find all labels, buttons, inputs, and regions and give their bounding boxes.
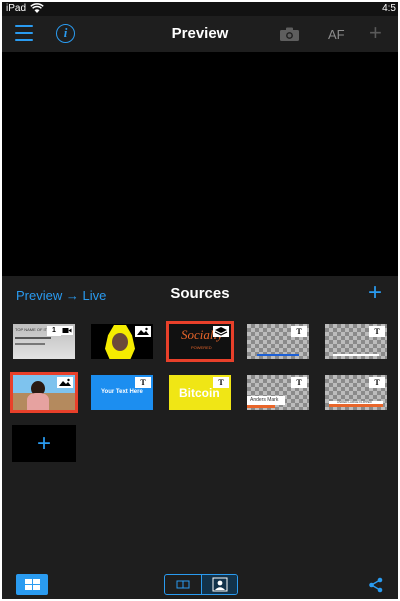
carrier-label: iPad	[6, 3, 27, 14]
tile-text: Bitcoin	[179, 386, 220, 400]
portrait-view-icon[interactable]	[201, 575, 237, 594]
autofocus-button[interactable]: AF	[328, 27, 345, 42]
source-tile-image[interactable]	[10, 372, 78, 413]
source-tile-text-overlay[interactable]: T	[247, 324, 309, 359]
text-icon: T	[369, 377, 385, 388]
tile-number: 1	[47, 326, 61, 336]
add-source-button[interactable]: +	[12, 425, 76, 462]
source-tile-socially[interactable]: Socially POWERED	[166, 321, 234, 362]
text-icon: T	[291, 377, 307, 388]
image-icon	[135, 326, 151, 337]
tile-text: Your Text Here	[101, 389, 143, 395]
layers-icon	[213, 326, 229, 337]
app-window: iPad 4:5 i Preview AF + Preview → Live S…	[2, 2, 398, 599]
add-source-icon[interactable]: +	[368, 281, 382, 305]
single-view-icon[interactable]	[165, 575, 201, 594]
view-mode-segmented	[164, 574, 238, 595]
image-icon	[57, 377, 73, 388]
text-icon: T	[369, 326, 385, 337]
tile-text: POWERED	[191, 345, 212, 350]
status-time: 4:5	[382, 3, 396, 14]
source-tile-your-text[interactable]: Your Text Here T	[91, 375, 153, 410]
status-bar: iPad 4:5	[2, 2, 398, 16]
source-tile-lower-third[interactable]: T Anders Mark	[247, 375, 309, 410]
sources-header: Preview → Live Sources +	[2, 276, 398, 316]
nav-bar: i Preview AF +	[2, 16, 398, 52]
add-icon[interactable]: +	[369, 22, 382, 44]
text-icon: T	[135, 377, 151, 388]
bottom-toolbar	[2, 571, 398, 599]
source-tile-snapchat[interactable]	[91, 324, 153, 359]
share-icon[interactable]	[368, 577, 384, 593]
source-tile-camera[interactable]: TOP NAME OF ITEM 1	[13, 324, 75, 359]
tile-text: Anders Mark	[250, 397, 279, 403]
text-icon: T	[291, 326, 307, 337]
sources-title: Sources	[170, 285, 230, 302]
wifi-icon	[30, 3, 44, 13]
source-tile-lower-third[interactable]: T ANDER LARGE FLIPPED	[325, 375, 387, 410]
source-tile-text-overlay[interactable]: T	[325, 324, 387, 359]
video-camera-icon	[61, 326, 73, 335]
source-tile-bitcoin[interactable]: Bitcoin T	[169, 375, 231, 410]
grid-view-icon[interactable]	[16, 574, 48, 595]
text-icon: T	[213, 377, 229, 388]
preview-area[interactable]	[2, 52, 398, 276]
camera-icon[interactable]	[280, 27, 299, 41]
